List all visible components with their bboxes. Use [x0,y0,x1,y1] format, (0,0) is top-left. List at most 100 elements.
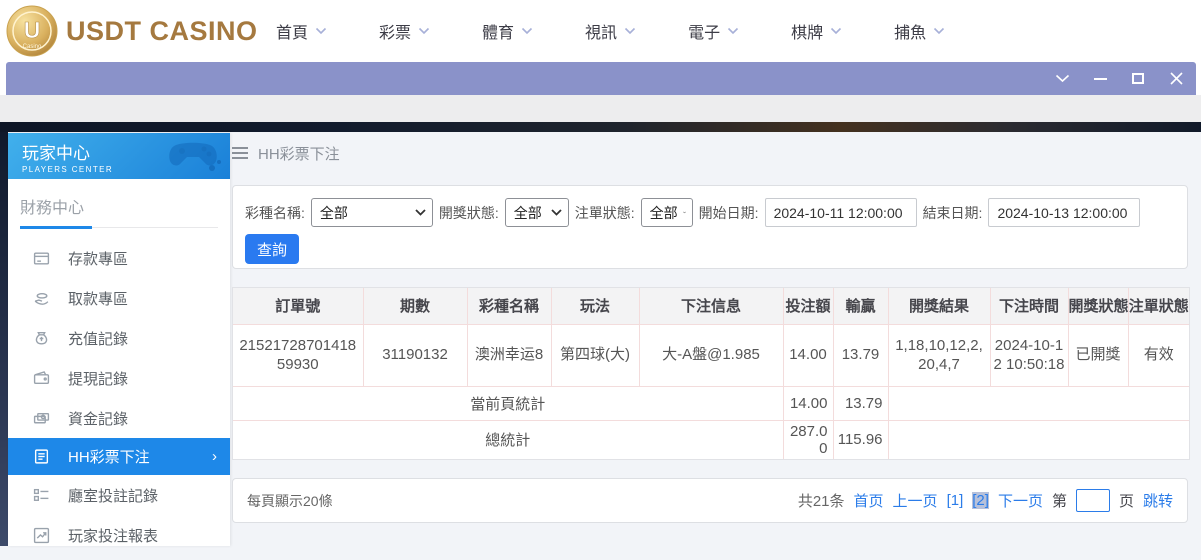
coin-letter: U [24,17,41,43]
lottery-name-label: 彩種名稱: [245,203,305,223]
cell-play-type: 第四球(大) [551,324,639,386]
nav-item-video[interactable]: 視訊 [559,19,662,43]
window-controls [1054,62,1184,95]
sidebar-item-label: 充值記錄 [68,328,128,349]
sidebar-item-label: 存款專區 [68,248,128,269]
sidebar-item-hall-bet-records[interactable]: 廳室投註記錄 [8,475,230,515]
filter-panel: 彩種名稱: 全部 開獎狀態: 全部 注單狀態: 全部 開始 [232,185,1188,269]
sidebar-item-label: 資金記錄 [68,408,128,429]
jump-button[interactable]: 跳转 [1143,490,1173,511]
sidebar-item-label: HH彩票下注 [68,446,150,467]
main-nav: 首頁 彩票 體育 視訊 電子 棋牌 [250,0,971,62]
report-icon [33,527,50,544]
cell-bet-time: 2024-10-12 10:50:18 [990,324,1068,386]
minimize-button[interactable] [1092,71,1108,87]
sidebar-item-hh-lottery-bets[interactable]: HH彩票下注 › [8,438,230,475]
bets-table: 訂單號 期數 彩種名稱 玩法 下注信息 投注額 輸贏 開獎結果 下注時間 開獎狀… [232,287,1190,460]
nav-label: 電子 [688,19,720,43]
page-summary-row: 當前頁統計 14.00 13.79 [233,386,1189,420]
app-window: U Casino USDT CASINO 首頁 彩票 體育 視訊 [0,0,1201,560]
end-date-input[interactable] [988,198,1140,227]
nav-item-sports[interactable]: 體育 [456,19,559,43]
brand-logo[interactable]: U Casino USDT CASINO [6,5,258,57]
cell-order-status: 有效 [1128,324,1189,386]
chevron-down-icon [415,209,426,216]
nav-item-boardgames[interactable]: 棋牌 [765,19,868,43]
chevron-right-icon: › [212,448,217,465]
draw-status-select[interactable]: 全部 [505,198,569,227]
nav-item-lottery[interactable]: 彩票 [353,19,456,43]
column-header-play-type: 玩法 [551,288,639,324]
order-status-select[interactable]: 全部 [641,198,693,227]
top-header: U Casino USDT CASINO 首頁 彩票 體育 視訊 [0,0,1201,62]
page-2-link-current[interactable]: [2] [972,492,989,509]
query-button[interactable]: 查詢 [245,234,299,264]
recharge-icon [33,330,50,347]
page-1-link[interactable]: [1] [947,492,964,509]
nav-label: 視訊 [585,19,617,43]
column-header-draw-status: 開獎狀態 [1068,288,1128,324]
column-header-lottery-name: 彩種名稱 [467,288,551,324]
nav-item-electronic[interactable]: 電子 [662,19,765,43]
sidebar-item-cashout-records[interactable]: 提現記錄 [8,358,230,398]
page-title: HH彩票下注 [258,143,340,164]
sidebar-item-funds-records[interactable]: 資金記錄 [8,398,230,438]
column-header-bet-info: 下注信息 [639,288,783,324]
end-date-label: 結束日期: [923,203,983,223]
maximize-button[interactable] [1130,71,1146,87]
close-button[interactable] [1168,71,1184,87]
jump-prefix-label: 第 [1052,490,1067,511]
total-count-text: 共21条 [798,490,845,511]
draw-status-value: 全部 [514,203,542,223]
next-page-link[interactable]: 下一页 [998,490,1043,511]
nav-item-fishing[interactable]: 捕魚 [868,19,971,43]
sidebar-item-player-bet-report[interactable]: 玩家投注報表 [8,515,230,555]
nav-item-home[interactable]: 首頁 [250,19,353,43]
sidebar-item-withdraw[interactable]: 取款專區 [8,278,230,318]
lottery-name-select[interactable]: 全部 [311,198,433,227]
window-titlebar [6,62,1196,95]
column-header-order-status: 注單狀態 [1128,288,1189,324]
sidebar: 玩家中心 PLAYERS CENTER 財務中心 [8,133,230,546]
collapse-icon[interactable] [1054,71,1070,87]
nav-label: 首頁 [276,19,308,43]
sidebar-item-recharge-records[interactable]: 充值記錄 [8,318,230,358]
page-jump-input[interactable] [1076,489,1110,512]
lottery-name-value: 全部 [320,203,348,223]
header-spacer-band [0,95,1201,122]
sidebar-item-deposit[interactable]: 存款專區 [8,238,230,278]
page-size-text: 每頁顯示20條 [247,491,333,511]
breadcrumb: HH彩票下注 [232,138,1190,168]
column-header-period: 期數 [363,288,467,324]
sidebar-item-label: 提現記錄 [68,368,128,389]
prev-page-link[interactable]: 上一页 [893,490,938,511]
column-header-draw-result: 開獎結果 [888,288,990,324]
chevron-down-icon [551,209,562,216]
page-summary-empty [888,386,1189,420]
cell-draw-result: 1,18,10,12,2,20,4,7 [888,324,990,386]
draw-status-label: 開獎狀態: [439,203,499,223]
start-date-input[interactable] [765,198,917,227]
pagination-bar: 每頁顯示20條 共21条 首页 上一页 [1] [2] 下一页 第 页 跳转 [232,478,1188,523]
sidebar-section-title: 財務中心 [20,194,218,228]
order-status-label: 注單狀態: [575,203,635,223]
funds-icon [33,410,50,427]
nav-label: 體育 [482,19,514,43]
page-summary-winloss-total: 13.79 [833,386,888,420]
cell-bet-info: 大-A盤@1.985 [639,324,783,386]
page-summary-label: 當前頁統計 [233,386,783,420]
sidebar-item-label: 玩家投注報表 [68,525,158,546]
nav-label: 捕魚 [894,19,926,43]
chevron-down-icon [521,27,533,35]
cell-bet-amount: 14.00 [783,324,833,386]
first-page-link[interactable]: 首页 [854,490,884,511]
menu-icon[interactable] [232,147,248,159]
table-header-row: 訂單號 期數 彩種名稱 玩法 下注信息 投注額 輸贏 開獎結果 下注時間 開獎狀… [233,288,1189,324]
withdraw-icon [33,290,50,307]
cell-win-loss: 13.79 [833,324,888,386]
filter-row: 彩種名稱: 全部 開獎狀態: 全部 注單狀態: 全部 開始 [233,186,1187,227]
dark-divider-strip [0,122,1201,132]
chevron-down-icon [683,209,686,216]
main-area: 玩家中心 PLAYERS CENTER 財務中心 [0,132,1201,560]
total-summary-row: 總統計 287.00 115.96 [233,420,1189,459]
